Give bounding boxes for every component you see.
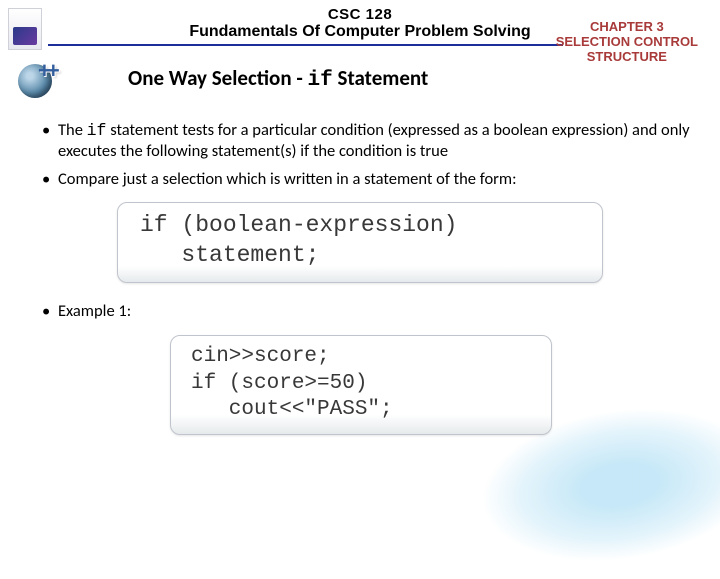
bullet-2: Compare just a selection which is writte…	[42, 169, 690, 190]
chapter-subtitle-1: SELECTION CONTROL	[556, 35, 698, 50]
bullet-1-keyword: if	[87, 121, 107, 140]
chapter-label: CHAPTER 3 SELECTION CONTROL STRUCTURE	[556, 20, 698, 65]
bullet-1-post: statement tests for a particular conditi…	[58, 120, 690, 161]
code-example-box: cin>>score; if (score>=50) cout<<"PASS";	[170, 335, 552, 436]
header-divider	[48, 44, 563, 46]
section-title: One Way Selection - if Statement	[128, 65, 428, 92]
code-example-line3: cout<<"PASS";	[191, 398, 393, 421]
code-syntax-box: if (boolean-expression) statement;	[117, 202, 603, 283]
code-syntax-line2: statement;	[140, 242, 319, 268]
chapter-subtitle-2: STRUCTURE	[556, 50, 698, 65]
cpp-icon: ++	[18, 58, 72, 104]
bullet-3: Example 1:	[42, 301, 690, 322]
code-syntax-line1: if (boolean-expression)	[140, 212, 457, 238]
university-logo	[8, 8, 42, 50]
code-example-line1: cin>>score;	[191, 345, 330, 368]
slide-content: The if statement tests for a particular …	[30, 120, 690, 453]
logo-crest	[13, 27, 37, 45]
code-example-line2: if (score>=50)	[191, 372, 367, 395]
bullet-1: The if statement tests for a particular …	[42, 120, 690, 163]
plus-plus-icon: ++	[38, 58, 56, 84]
chapter-number: CHAPTER 3	[556, 20, 698, 35]
section-title-post: Statement	[333, 65, 429, 91]
section-title-keyword: if	[308, 69, 333, 92]
bullet-1-pre: The	[58, 120, 87, 140]
section-title-pre: One Way Selection -	[128, 65, 308, 91]
